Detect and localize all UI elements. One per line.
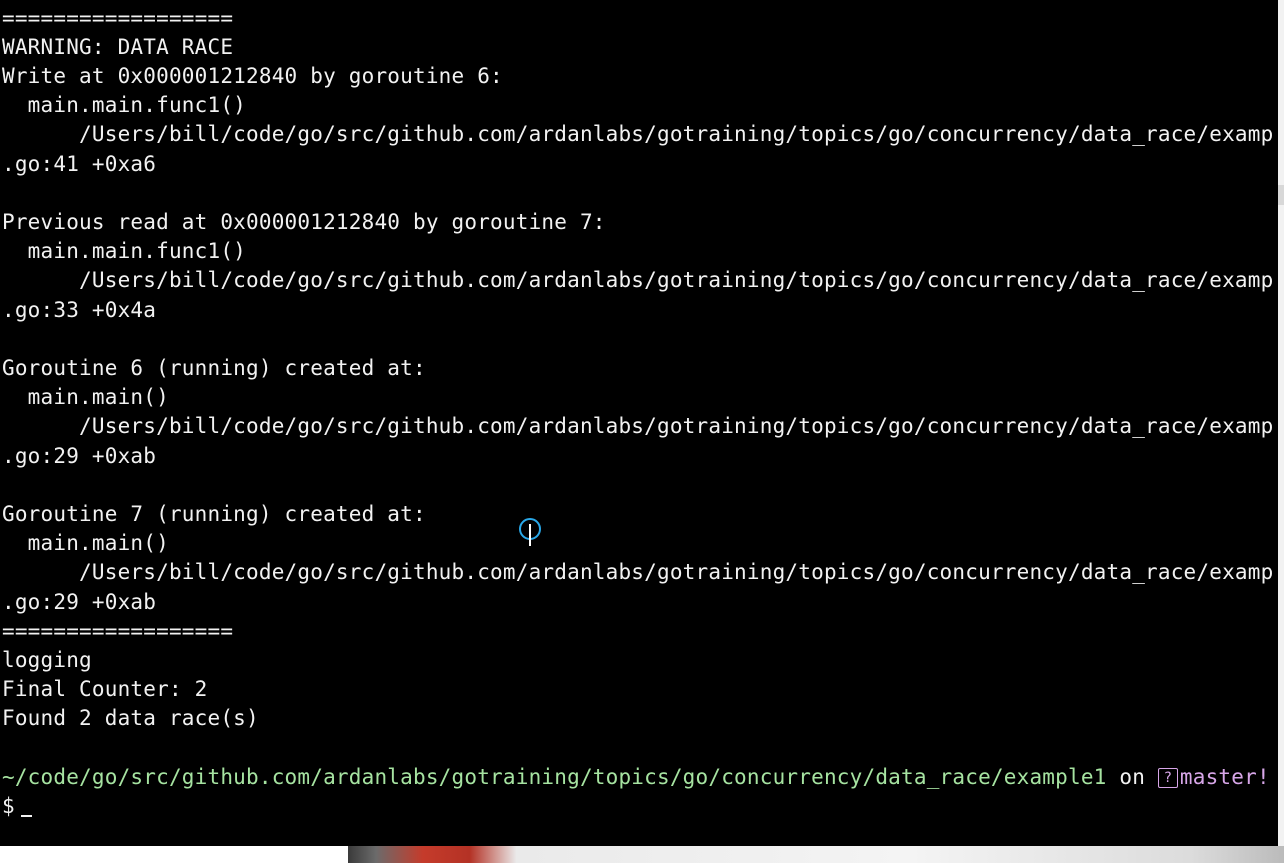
terminal-window[interactable]: ================== WARNING: DATA RACE Wr…	[0, 0, 1278, 846]
output-line: .go:29 +0xab	[2, 590, 157, 614]
output-line: .go:29 +0xab	[2, 444, 157, 468]
output-line: .go:41 +0xa6	[2, 152, 157, 176]
output-line: /Users/bill/code/go/src/github.com/ardan…	[2, 268, 1274, 292]
git-branch-icon: ?	[1157, 768, 1178, 788]
output-line: main.main.func1()	[2, 239, 247, 263]
output-line: logging	[2, 648, 92, 672]
output-line: Previous read at 0x000001212840 by gorou…	[2, 210, 606, 234]
prompt-input-line[interactable]: $	[2, 792, 32, 821]
output-line: .go:33 +0x4a	[2, 298, 157, 322]
output-line: Final Counter: 2	[2, 677, 208, 701]
background-window-edge	[1278, 185, 1284, 205]
desktop-background	[0, 846, 348, 863]
output-line: /Users/bill/code/go/src/github.com/ardan…	[2, 560, 1274, 584]
output-line: Goroutine 6 (running) created at:	[2, 356, 426, 380]
output-line: Found 2 data race(s)	[2, 706, 259, 730]
prompt-symbol: $	[2, 794, 15, 818]
prompt-path-line: ~/code/go/src/github.com/ardanlabs/gotra…	[2, 763, 1270, 792]
webcam-overlay	[348, 846, 1284, 863]
git-branch: master!	[1179, 765, 1270, 789]
output-line: ==================	[2, 6, 234, 30]
output-line: main.main()	[2, 531, 169, 555]
output-line: Goroutine 7 (running) created at:	[2, 502, 426, 526]
prompt-on: on	[1106, 765, 1158, 789]
mouse-cursor-icon	[519, 518, 541, 546]
output-line: /Users/bill/code/go/src/github.com/ardan…	[2, 414, 1274, 438]
output-line: WARNING: DATA RACE	[2, 35, 234, 59]
prompt-path: ~/code/go/src/github.com/ardanlabs/gotra…	[2, 765, 1107, 789]
output-line: Write at 0x000001212840 by goroutine 6:	[2, 64, 503, 88]
output-line: main.main()	[2, 385, 169, 409]
text-cursor	[20, 815, 32, 817]
output-line: main.main.func1()	[2, 93, 247, 117]
output-line: ==================	[2, 619, 234, 643]
output-line: /Users/bill/code/go/src/github.com/ardan…	[2, 122, 1274, 146]
